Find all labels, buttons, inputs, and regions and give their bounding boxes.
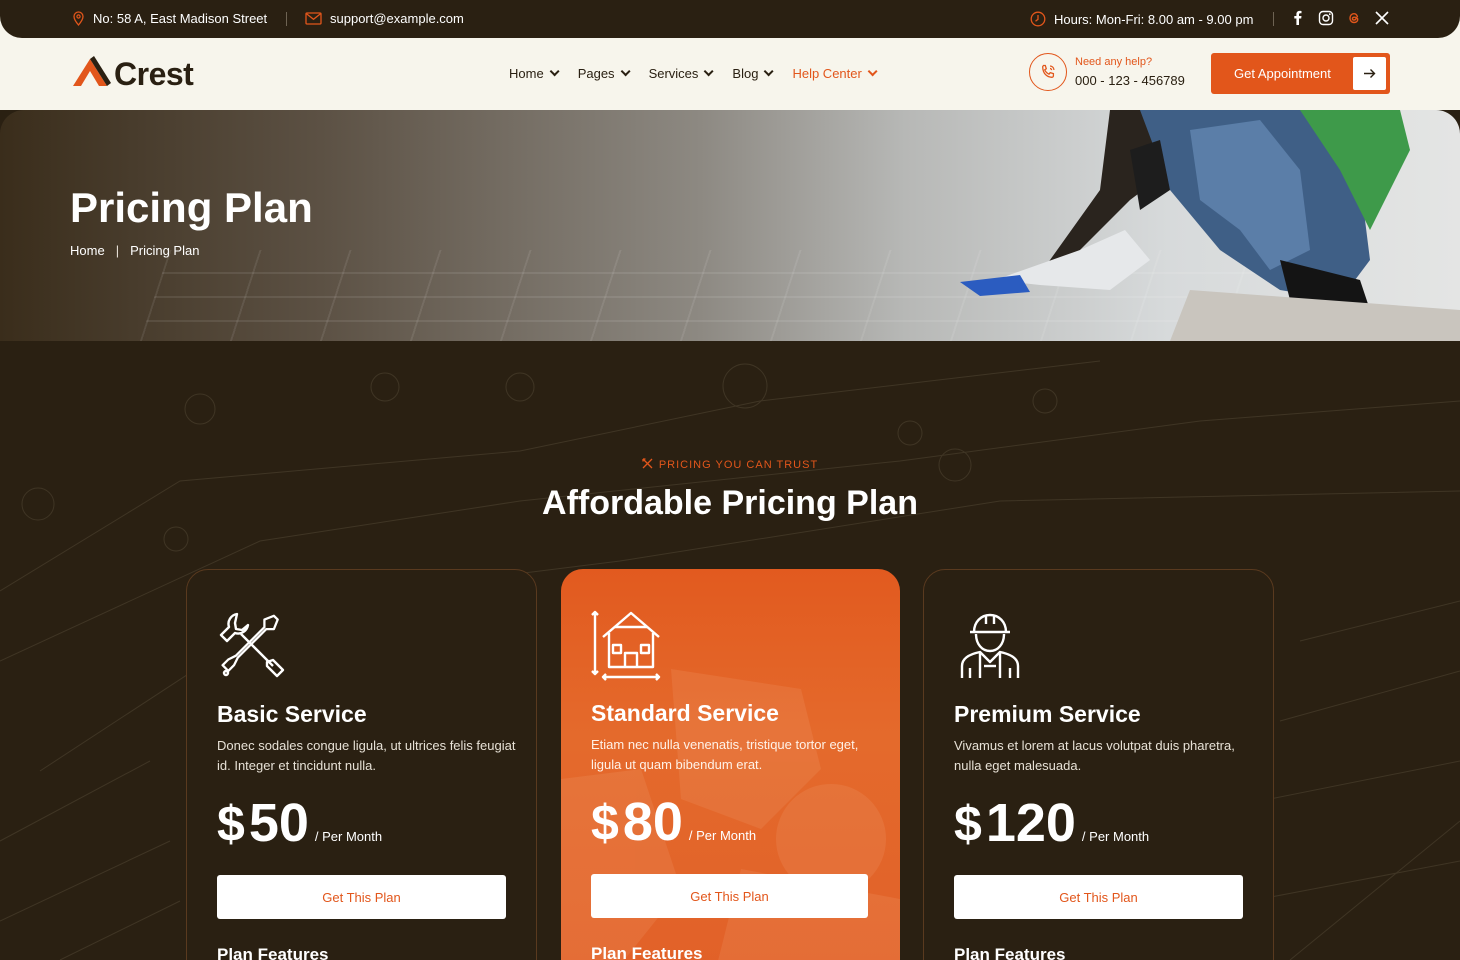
price-amount: 80 [622, 792, 683, 852]
pricing-card-basic: Basic Service Donec sodales congue ligul… [186, 569, 537, 960]
get-appointment-button[interactable]: Get Appointment [1211, 53, 1390, 94]
plan-name: Premium Service [954, 701, 1141, 727]
mail-icon [305, 12, 322, 25]
logo-roof-icon [72, 56, 112, 93]
worker-icon [954, 610, 1026, 682]
price-currency: $ [954, 796, 982, 852]
email-info[interactable]: support@example.com [305, 11, 464, 26]
pricing-card-standard: Standard Service Etiam nec nulla venenat… [561, 569, 900, 960]
help-label: Need any help? [1075, 56, 1153, 68]
nav-label: Help Center [792, 66, 862, 81]
plan-price: $ 80 / Per Month [591, 791, 756, 853]
plan-price: $ 120 / Per Month [954, 792, 1149, 854]
hours-info: Hours: Mon-Fri: 8.00 am - 9.00 pm [1030, 11, 1253, 27]
plan-features-heading: Plan Features [591, 944, 703, 960]
help-contact[interactable]: Need any help? 000 - 123 - 456789 [1029, 53, 1185, 91]
x-icon[interactable] [1374, 10, 1390, 26]
price-period: / Per Month [1081, 829, 1150, 844]
breadcrumb-separator: | [115, 243, 120, 258]
section-tag: PRICING YOU CAN TRUST [0, 458, 1460, 472]
price-period: / Per Month [314, 829, 383, 844]
clock-icon [1030, 11, 1046, 27]
address-text: No: 58 A, East Madison Street [93, 11, 268, 26]
breadcrumb: Home | Pricing Plan [70, 243, 199, 258]
hours-text: Hours: Mon-Fri: 8.00 am - 9.00 pm [1054, 11, 1254, 27]
price-period: / Per Month [688, 828, 757, 843]
section-title: Affordable Pricing Plan [542, 484, 918, 522]
page-title: Pricing Plan [70, 184, 313, 231]
price-currency: $ [217, 796, 245, 852]
tools-icon [217, 610, 289, 682]
price-amount: 50 [248, 793, 309, 853]
nav-label: Blog [732, 66, 759, 81]
logo-text: Crest [114, 56, 194, 92]
appointment-label: Get Appointment [1234, 66, 1331, 81]
facebook-icon[interactable] [1290, 10, 1306, 26]
chevron-down-icon [704, 66, 714, 77]
nav-services[interactable]: Services [648, 66, 714, 81]
plan-price: $ 50 / Per Month [217, 792, 382, 854]
breadcrumb-home[interactable]: Home [70, 243, 105, 258]
chevron-down-icon [620, 66, 631, 77]
plan-description: Donec sodales congue ligula, ut ultrices… [217, 738, 516, 773]
section-tag-text: PRICING YOU CAN TRUST [658, 459, 819, 471]
breadcrumb-current: Pricing Plan [130, 243, 200, 258]
pricing-card-premium: Premium Service Vivamus et lorem at lacu… [923, 569, 1274, 960]
get-plan-button[interactable]: Get This Plan [217, 875, 506, 919]
nav-label: Home [509, 66, 544, 81]
nav-home[interactable]: Home [509, 66, 560, 81]
arrow-right-icon [1353, 57, 1386, 90]
page-hero: Pricing Plan Home | Pricing Plan [0, 110, 1460, 341]
plan-description: Vivamus et lorem at lacus volutpat duis … [954, 738, 1235, 773]
address-info: No: 58 A, East Madison Street [72, 11, 267, 26]
threads-icon[interactable] [1346, 10, 1362, 26]
price-currency: $ [591, 795, 619, 851]
nav-blog[interactable]: Blog [732, 66, 775, 81]
location-pin-icon [72, 11, 85, 26]
site-logo[interactable]: Crest [72, 56, 194, 93]
chevron-down-icon [867, 66, 878, 77]
nav-label: Pages [577, 66, 615, 81]
phone-icon [1029, 53, 1067, 91]
tools-small-icon [642, 458, 653, 472]
top-bar: No: 58 A, East Madison Street support@ex… [0, 0, 1460, 38]
chevron-down-icon [549, 66, 560, 77]
main-header: Crest Home Pages Services Blog Help Cent… [0, 38, 1460, 110]
help-phone[interactable]: 000 - 123 - 456789 [1075, 73, 1185, 88]
plan-name: Standard Service [591, 700, 779, 726]
plan-name: Basic Service [217, 701, 367, 727]
nav-pages[interactable]: Pages [577, 66, 631, 81]
plan-features-heading: Plan Features [217, 945, 329, 960]
plan-features-heading: Plan Features [954, 945, 1066, 960]
main-nav: Home Pages Services Blog Help Center [509, 66, 878, 81]
nav-help-center[interactable]: Help Center [792, 66, 878, 81]
hero-worker-image [960, 110, 1460, 341]
social-links [1290, 10, 1390, 26]
get-plan-button[interactable]: Get This Plan [591, 874, 868, 918]
get-plan-button[interactable]: Get This Plan [954, 875, 1243, 919]
email-text[interactable]: support@example.com [330, 11, 464, 26]
price-amount: 120 [985, 793, 1076, 853]
plan-description: Etiam nec nulla venenatis, tristique tor… [591, 737, 859, 772]
instagram-icon[interactable] [1318, 10, 1334, 26]
nav-label: Services [648, 66, 699, 81]
chevron-down-icon [764, 66, 775, 77]
house-plan-icon [591, 609, 663, 681]
